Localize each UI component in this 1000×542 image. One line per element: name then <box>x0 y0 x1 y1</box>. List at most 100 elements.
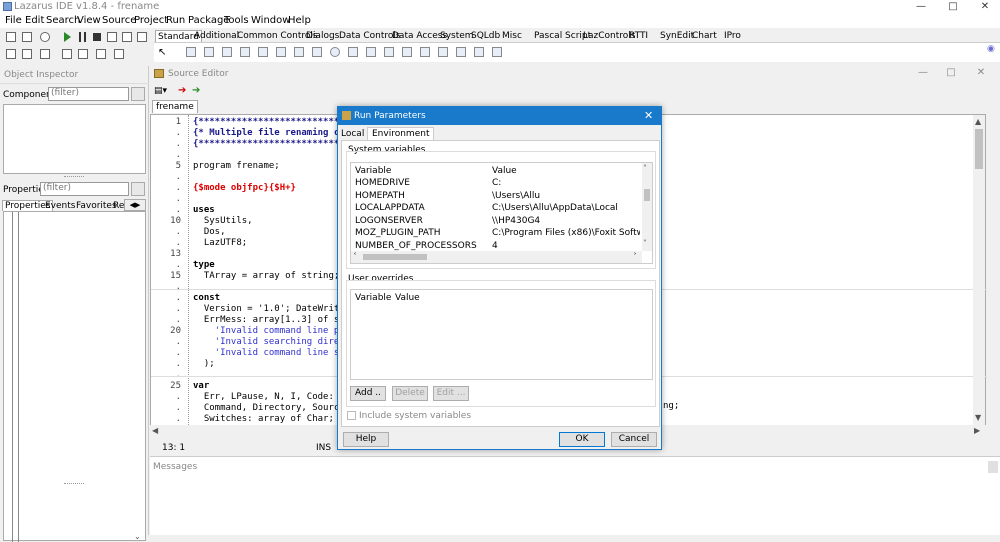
cancel-button[interactable]: Cancel <box>611 432 657 447</box>
user-overrides-list[interactable]: Variable Value <box>350 289 653 380</box>
scroll-right-icon[interactable]: ˃ <box>633 252 637 261</box>
tmemo-icon[interactable] <box>276 47 286 57</box>
sysvar-value[interactable]: C: <box>492 178 640 188</box>
sysvar-value[interactable]: C:\Program Files (x86)\Foxit Software\Fo… <box>492 228 640 238</box>
build-mode-icon[interactable] <box>114 49 124 59</box>
toggle-view-icon[interactable] <box>40 32 50 42</box>
palette-tab-misc[interactable]: Misc <box>502 30 522 42</box>
messages-scrollbar[interactable] <box>988 461 998 473</box>
scrollbar-thumb[interactable] <box>363 254 427 260</box>
jump-forward-icon[interactable]: ➔ <box>192 85 200 96</box>
palette-tab-sqldb[interactable]: SQLdb <box>471 30 500 42</box>
step-out-icon[interactable] <box>137 32 147 42</box>
new-form-icon[interactable] <box>22 32 32 42</box>
sysvar-value[interactable]: \\HP430G4 <box>492 216 640 226</box>
sysvar-value[interactable]: \Users\Allu <box>492 191 640 201</box>
tab-favorites[interactable]: Favorites <box>76 201 117 211</box>
system-vars-list[interactable]: Variable Value HOMEDRIVE C: HOMEPATH \Users… <box>350 162 653 264</box>
editor-close-icon[interactable]: ✕ <box>966 66 996 80</box>
new-unit-icon[interactable] <box>6 32 16 42</box>
open-icon[interactable] <box>6 49 16 59</box>
tpanel-icon[interactable] <box>456 47 466 57</box>
sysvar-name[interactable]: LOCALAPPDATA <box>355 203 425 213</box>
add-button[interactable]: Add .. <box>350 386 386 401</box>
sysvar-name[interactable]: LOGONSERVER <box>355 216 423 226</box>
menu-tools[interactable]: Tools <box>224 15 249 26</box>
overrides-col-variable[interactable]: Variable <box>355 293 391 303</box>
tcheckgroup-icon[interactable] <box>438 47 448 57</box>
step-over-icon[interactable] <box>122 32 132 42</box>
menu-source[interactable]: Source <box>102 15 136 26</box>
scroll-up-icon[interactable]: ▲ <box>975 117 981 126</box>
tlistbox-icon[interactable] <box>348 47 358 57</box>
tlabel-icon[interactable] <box>240 47 250 57</box>
dialog-tab-local[interactable]: Local <box>341 129 364 139</box>
palette-tab-data-access[interactable]: Data Access <box>392 30 447 42</box>
sysvar-value[interactable]: 4 <box>492 241 640 251</box>
editor-maximize-icon[interactable]: □ <box>936 66 966 80</box>
tcombobox-icon[interactable] <box>366 47 376 57</box>
run-icon[interactable] <box>64 32 71 42</box>
palette-tab-synedit[interactable]: SynEdit <box>660 30 694 42</box>
palette-tab-system[interactable]: System <box>440 30 474 42</box>
menu-search[interactable]: Search <box>46 15 80 26</box>
sysvar-value[interactable]: C:\Users\Allu\AppData\Local <box>492 203 640 213</box>
stop-icon[interactable] <box>93 33 101 41</box>
tab-restricted[interactable]: Re <box>113 201 124 211</box>
scrollbar-thumb[interactable] <box>644 189 650 201</box>
menu-edit[interactable]: Edit <box>25 15 44 26</box>
palette-tab-rtti[interactable]: RTTI <box>629 30 648 42</box>
sysvars-hscroll[interactable]: ˂ ˃ <box>351 251 642 263</box>
sysvar-name[interactable]: HOMEDRIVE <box>355 178 410 188</box>
view-forms-icon[interactable] <box>96 49 106 59</box>
scroll-down-icon[interactable]: ▼ <box>975 413 981 422</box>
jump-history-icon[interactable]: ▤▾ <box>154 86 167 96</box>
scroll-down-icon[interactable]: ˅ <box>643 239 647 248</box>
tab-frename[interactable]: frename <box>152 100 198 113</box>
toggle-form-icon[interactable] <box>62 49 72 59</box>
tbutton-icon[interactable] <box>222 47 232 57</box>
tcheckbox-icon[interactable] <box>312 47 322 57</box>
sysvars-vscroll[interactable]: ˄ ˅ <box>642 163 652 251</box>
palette-tab-additional[interactable]: Additional <box>194 30 239 42</box>
menu-view[interactable]: View <box>77 15 101 26</box>
tframe-icon[interactable] <box>474 47 484 57</box>
jump-back-icon[interactable]: ➔ <box>178 85 186 96</box>
scroll-left-icon[interactable]: ˂ <box>353 252 357 261</box>
col-value-header[interactable]: Value <box>492 166 517 176</box>
components-filter-input[interactable]: (filter) <box>48 87 129 101</box>
save-all-icon[interactable] <box>40 49 50 59</box>
tradiobutton-icon[interactable] <box>330 47 340 57</box>
minimize-icon[interactable]: — <box>906 0 936 14</box>
editor-minimize-icon[interactable]: — <box>908 66 938 80</box>
edit-button[interactable]: Edit ... <box>433 386 469 401</box>
scroll-up-icon[interactable]: ˄ <box>643 164 647 173</box>
palette-tab-ipro[interactable]: IPro <box>724 30 741 42</box>
scroll-left-icon[interactable]: ◀ <box>152 426 158 435</box>
menu-file[interactable]: File <box>5 15 22 26</box>
delete-button[interactable]: Delete <box>392 386 428 401</box>
pause-icon[interactable] <box>79 32 86 42</box>
sysvar-name[interactable]: MOZ_PLUGIN_PATH <box>355 228 441 238</box>
help-button[interactable]: Help <box>343 432 389 447</box>
menu-help[interactable]: Help <box>288 15 311 26</box>
menu-run[interactable]: Run <box>166 15 185 26</box>
tpopupmenu-icon[interactable] <box>204 47 214 57</box>
tactionlist-icon[interactable] <box>492 47 502 57</box>
step-into-icon[interactable] <box>107 32 117 42</box>
menu-window[interactable]: Window <box>251 15 290 26</box>
ok-button[interactable]: OK <box>559 432 605 447</box>
scrollbar-thumb[interactable] <box>975 129 983 169</box>
splitter[interactable] <box>64 483 84 484</box>
tradiogroup-icon[interactable] <box>420 47 430 57</box>
chevron-down-icon[interactable]: ⌄ <box>134 532 141 541</box>
scroll-right-icon[interactable]: ▶ <box>974 426 980 435</box>
close-icon[interactable]: ✕ <box>970 0 1000 14</box>
tscrollbar-icon[interactable] <box>384 47 394 57</box>
vertical-scrollbar[interactable]: ▲ ▼ <box>973 115 985 425</box>
palette-tab-lazcontrols[interactable]: LazControls <box>583 30 635 42</box>
col-variable-header[interactable]: Variable <box>355 166 391 176</box>
component-tree[interactable] <box>3 104 146 174</box>
palette-tab-dialogs[interactable]: Dialogs <box>306 30 339 42</box>
splitter[interactable] <box>64 176 84 177</box>
